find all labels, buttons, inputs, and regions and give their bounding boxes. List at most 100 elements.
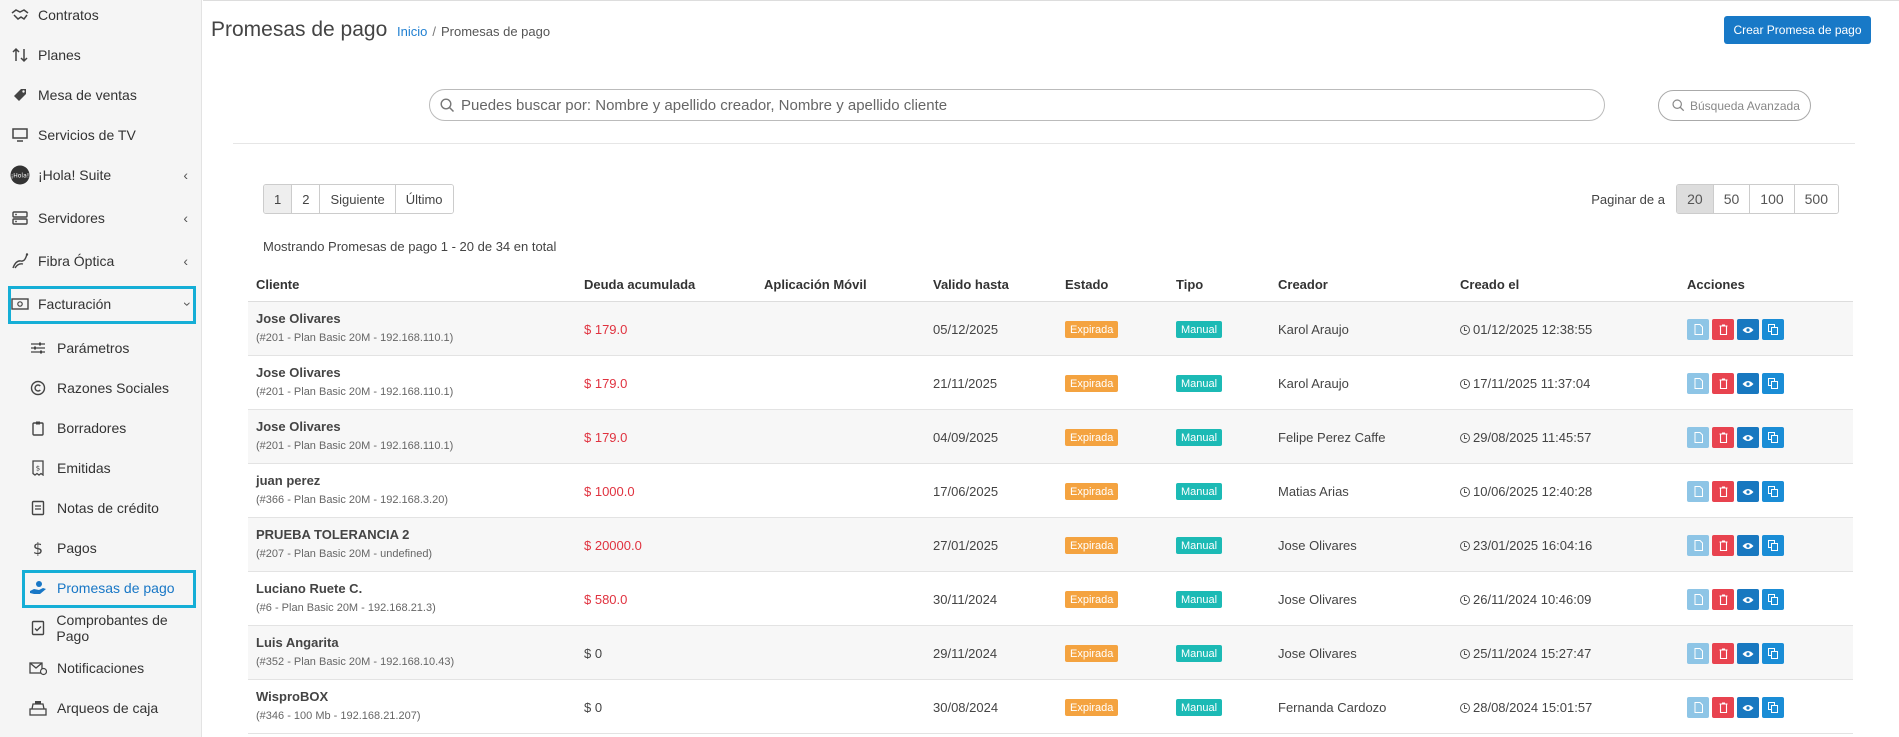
create-payment-promise-button[interactable]: Crear Promesa de pago	[1724, 16, 1871, 44]
delete-button[interactable]	[1712, 373, 1734, 394]
per-page-20-button[interactable]: 20	[1677, 185, 1714, 213]
sidebar-item-label: Facturación	[38, 296, 112, 312]
sidebar-subitem-borradores[interactable]: Borradores	[22, 410, 200, 446]
column-header-deuda[interactable]: Deuda acumulada	[584, 277, 695, 292]
client-name[interactable]: Jose Olivares	[256, 419, 341, 434]
sidebar-subitem-notas-de-credito[interactable]: Notas de crédito	[22, 490, 200, 526]
column-header-creado[interactable]: Creado el	[1460, 277, 1519, 292]
sidebar-subitem-parametros[interactable]: Parámetros	[22, 330, 200, 366]
created-at: 17/11/2025 11:37:04	[1460, 376, 1590, 391]
breadcrumb-home-link[interactable]: Inicio	[397, 24, 427, 39]
pdf-button[interactable]	[1687, 373, 1709, 394]
client-detail: (#346 - 100 Mb - 192.168.21.207)	[256, 710, 421, 722]
column-header-valido[interactable]: Valido hasta	[933, 277, 1009, 292]
delete-button[interactable]	[1712, 589, 1734, 610]
sidebar-subitem-emitidas[interactable]: $ Emitidas	[22, 450, 200, 486]
created-at: 28/08/2024 15:01:57	[1460, 700, 1592, 715]
view-button[interactable]	[1737, 373, 1759, 394]
page-2-button[interactable]: 2	[292, 185, 321, 213]
sidebar-subitem-promesas-de-pago[interactable]: Promesas de pago	[22, 570, 200, 606]
copy-icon	[1768, 324, 1778, 335]
type-badge: Manual	[1176, 645, 1223, 662]
view-button[interactable]	[1737, 319, 1759, 340]
creator-name: Felipe Perez Caffe	[1278, 430, 1386, 445]
client-name[interactable]: Luis Angarita	[256, 635, 339, 650]
advanced-search-button[interactable]: Búsqueda Avanzada	[1658, 90, 1811, 121]
copy-button[interactable]	[1762, 319, 1784, 340]
per-page-50-button[interactable]: 50	[1713, 185, 1751, 213]
type-badge: Manual	[1176, 483, 1223, 500]
delete-button[interactable]	[1712, 481, 1734, 502]
pdf-button[interactable]	[1687, 589, 1709, 610]
sidebar-subitem-notificaciones[interactable]: Notificaciones	[22, 650, 200, 686]
page-1-button[interactable]: 1	[264, 185, 293, 213]
sidebar-subitem-pagos[interactable]: $ Pagos	[22, 530, 200, 566]
search-input[interactable]: Puedes buscar por: Nombre y apellido cre…	[429, 89, 1605, 121]
per-page-500-button[interactable]: 500	[1794, 185, 1838, 213]
valid-until: 21/11/2025	[933, 376, 998, 391]
next-page-button[interactable]: Siguiente	[320, 185, 396, 213]
type-badge: Manual	[1176, 591, 1223, 608]
client-name[interactable]: Luciano Ruete C.	[256, 581, 362, 596]
breadcrumb-separator: /	[432, 24, 436, 39]
pdf-button[interactable]	[1687, 535, 1709, 556]
clipboard-icon	[28, 418, 48, 438]
sidebar-item-fibra-optica[interactable]: Fibra Óptica ‹	[0, 243, 201, 279]
delete-button[interactable]	[1712, 643, 1734, 664]
column-header-tipo[interactable]: Tipo	[1176, 277, 1203, 292]
view-button[interactable]	[1737, 481, 1759, 502]
sidebar-subitem-arqueos-de-caja[interactable]: Arqueos de caja	[22, 690, 200, 726]
column-header-estado[interactable]: Estado	[1065, 277, 1108, 292]
sidebar-item-mesa-de-ventas[interactable]: Mesa de ventas	[0, 77, 201, 113]
client-name[interactable]: Jose Olivares	[256, 311, 341, 326]
copy-button[interactable]	[1762, 373, 1784, 394]
delete-button[interactable]	[1712, 535, 1734, 556]
view-button[interactable]	[1737, 589, 1759, 610]
copy-button[interactable]	[1762, 427, 1784, 448]
client-name[interactable]: Jose Olivares	[256, 365, 341, 380]
view-button[interactable]	[1737, 697, 1759, 718]
sidebar-item-contratos[interactable]: Contratos	[0, 0, 201, 33]
valid-until: 05/12/2025	[933, 322, 999, 337]
type-badge: Manual	[1176, 699, 1223, 716]
last-page-button[interactable]: Último	[395, 185, 453, 213]
delete-button[interactable]	[1712, 697, 1734, 718]
copy-button[interactable]	[1762, 535, 1784, 556]
copy-button[interactable]	[1762, 697, 1784, 718]
sidebar-item-servicios-de-tv[interactable]: Servicios de TV	[0, 117, 201, 153]
pdf-button[interactable]	[1687, 319, 1709, 340]
view-button[interactable]	[1737, 535, 1759, 556]
valid-until: 30/08/2024	[933, 700, 999, 715]
client-name[interactable]: WisproBOX	[256, 689, 328, 704]
per-page-100-button[interactable]: 100	[1750, 185, 1795, 213]
main-content: Promesas de pago Inicio / Promesas de pago…	[203, 0, 1899, 737]
pdf-button[interactable]	[1687, 697, 1709, 718]
sidebar-item-facturacion[interactable]: Facturación ‹	[0, 286, 201, 322]
copy-button[interactable]	[1762, 643, 1784, 664]
sidebar-subitem-comprobantes-de-pago[interactable]: Comprobantes de Pago	[22, 610, 200, 646]
sidebar-subitem-razones-sociales[interactable]: Razones Sociales	[22, 370, 200, 406]
per-page-label: Paginar de a	[1591, 192, 1665, 207]
copy-icon	[1768, 540, 1778, 551]
sidebar-item-hola-suite[interactable]: ¡Hola! ¡Hola! Suite ‹	[0, 157, 201, 193]
column-header-app[interactable]: Aplicación Móvil	[764, 277, 867, 292]
pdf-button[interactable]	[1687, 643, 1709, 664]
row-actions	[1687, 481, 1784, 502]
pdf-button[interactable]	[1687, 481, 1709, 502]
copy-button[interactable]	[1762, 481, 1784, 502]
delete-button[interactable]	[1712, 427, 1734, 448]
view-button[interactable]	[1737, 643, 1759, 664]
copy-button[interactable]	[1762, 589, 1784, 610]
delete-button[interactable]	[1712, 319, 1734, 340]
column-header-cliente[interactable]: Cliente	[256, 277, 299, 292]
note-icon	[28, 498, 48, 518]
column-header-creador[interactable]: Creador	[1278, 277, 1328, 292]
client-name[interactable]: juan perez	[256, 473, 320, 488]
client-name[interactable]: PRUEBA TOLERANCIA 2	[256, 527, 409, 542]
sidebar-subitem-label: Emitidas	[57, 460, 111, 476]
view-button[interactable]	[1737, 427, 1759, 448]
pdf-button[interactable]	[1687, 427, 1709, 448]
sidebar-item-planes[interactable]: Planes	[0, 37, 201, 73]
sidebar-item-servidores[interactable]: Servidores ‹	[0, 200, 201, 236]
row-actions	[1687, 427, 1784, 448]
